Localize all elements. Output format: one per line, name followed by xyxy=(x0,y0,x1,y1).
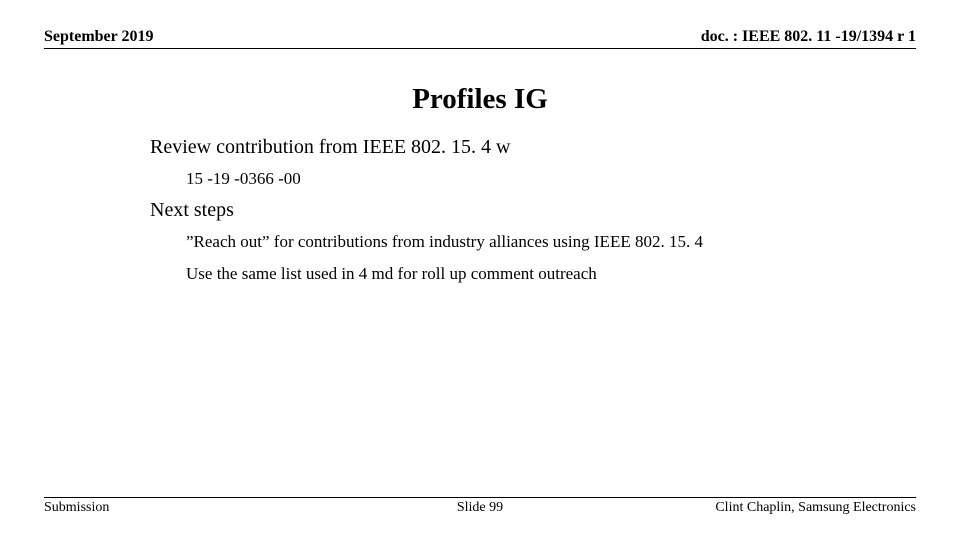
list-item: ”Reach out” for contributions from indus… xyxy=(186,230,810,254)
header-doc-id: doc. : IEEE 802. 11 -19/1394 r 1 xyxy=(701,28,916,46)
section-heading: Review contribution from IEEE 802. 15. 4… xyxy=(150,136,810,159)
header-date: September 2019 xyxy=(44,28,153,46)
footer: Submission Slide 99 Clint Chaplin, Samsu… xyxy=(44,497,916,516)
footer-left: Submission xyxy=(44,500,109,516)
footer-inner: Submission Slide 99 Clint Chaplin, Samsu… xyxy=(44,497,916,516)
list-item: Use the same list used in 4 md for roll … xyxy=(186,262,810,286)
slide-title: Profiles IG xyxy=(0,83,960,116)
footer-slide-number: Slide 99 xyxy=(457,500,503,516)
footer-author: Clint Chaplin, Samsung Electronics xyxy=(715,500,916,516)
section-heading: Next steps xyxy=(150,199,810,222)
header: September 2019 doc. : IEEE 802. 11 -19/1… xyxy=(0,0,960,49)
header-inner: September 2019 doc. : IEEE 802. 11 -19/1… xyxy=(44,0,916,49)
list-item: 15 -19 -0366 -00 xyxy=(186,167,810,191)
slide-content: Review contribution from IEEE 802. 15. 4… xyxy=(0,136,960,285)
